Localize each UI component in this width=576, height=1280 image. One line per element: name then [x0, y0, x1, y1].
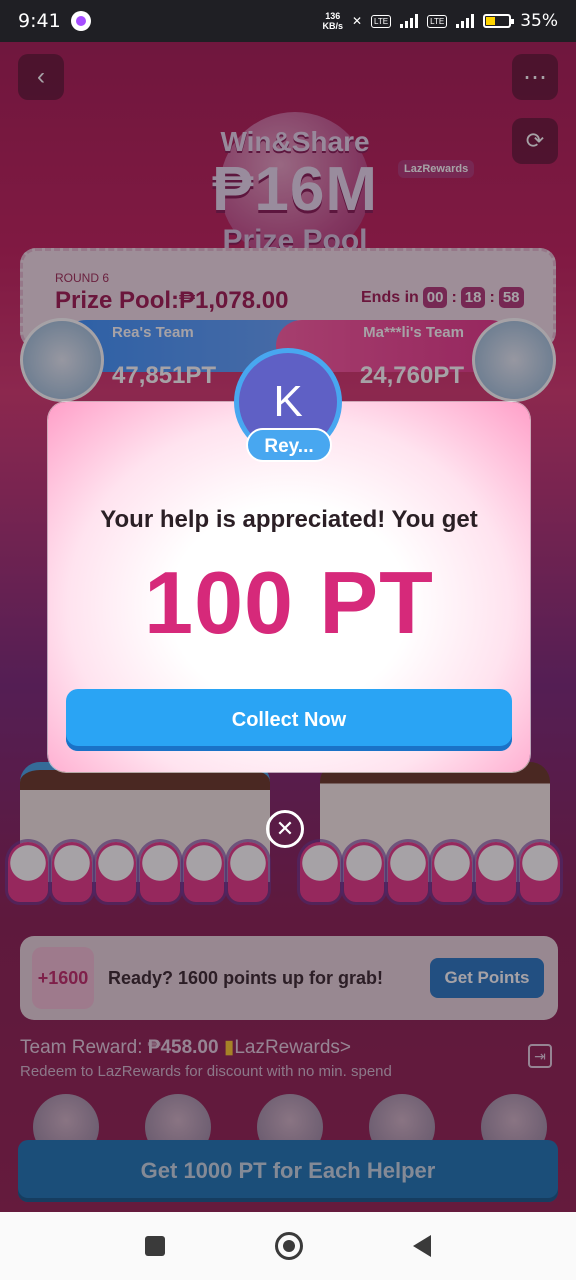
network-speed: 136 KB/s	[322, 11, 343, 31]
collect-now-button[interactable]: Collect Now	[66, 689, 512, 751]
speed-value: 136	[325, 11, 341, 21]
volte2-icon: LTE	[427, 14, 448, 28]
modal-message: Your help is appreciated! You get	[100, 506, 478, 533]
modal-points: 100 PT	[144, 553, 434, 652]
home-icon[interactable]	[275, 1232, 303, 1260]
status-bar: 9:41 136 KB/s ✕ LTE LTE 35%	[0, 0, 576, 42]
helper-name-badge: Rey...	[246, 428, 332, 462]
speed-unit: KB/s	[322, 21, 343, 31]
reward-modal: K Rey... Your help is appreciated! You g…	[48, 348, 530, 772]
vibrate-off-icon: ✕	[351, 14, 363, 28]
signal2-icon	[456, 14, 475, 28]
app-screen: ‹ ⋯ ⟳ Win&Share ₱16M Prize Pool LazRewar…	[0, 42, 576, 1212]
back-icon[interactable]	[413, 1235, 431, 1257]
battery-icon	[483, 14, 515, 28]
close-icon[interactable]: ✕	[266, 810, 304, 848]
messenger-icon	[70, 11, 91, 31]
signal-icon	[400, 14, 419, 28]
status-icons: 136 KB/s ✕ LTE LTE 35%	[322, 11, 558, 31]
recents-icon[interactable]	[145, 1236, 165, 1256]
battery-percent: 35%	[520, 11, 558, 31]
status-time: 9:41	[18, 10, 61, 32]
navigation-bar	[0, 1212, 576, 1280]
volte-icon: LTE	[371, 14, 392, 28]
